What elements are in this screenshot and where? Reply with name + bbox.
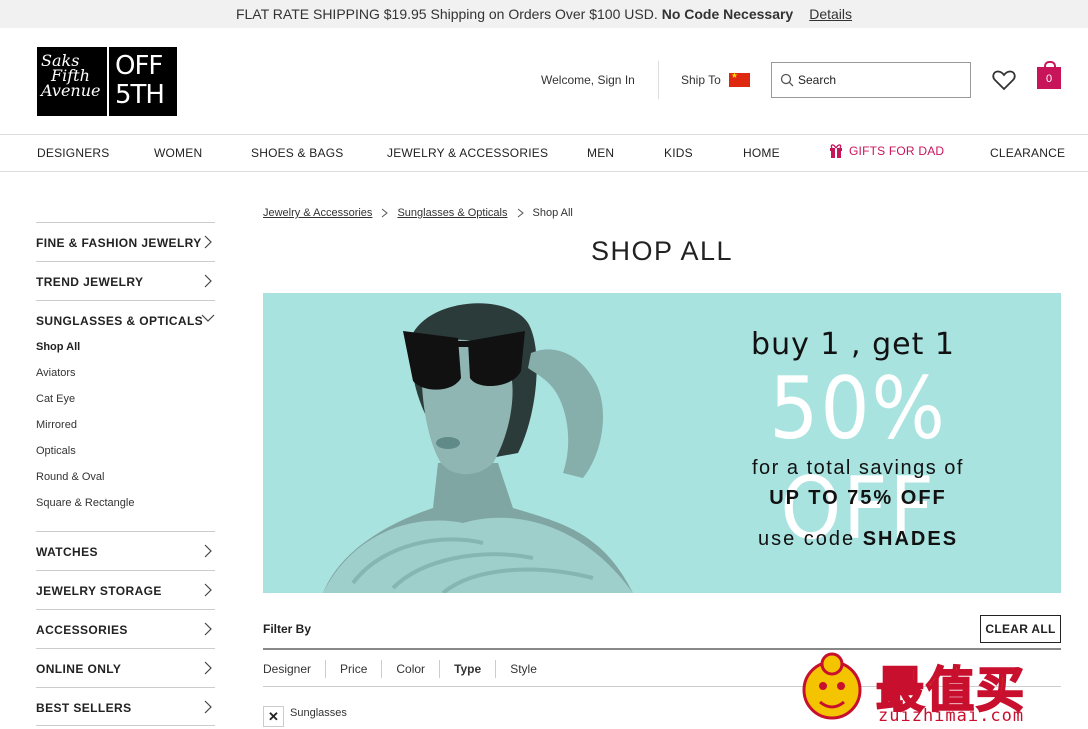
promo-text: FLAT RATE SHIPPING $19.95 Shipping on Or… <box>235 6 658 22</box>
ship-to-label: Ship To <box>681 73 721 87</box>
search-icon <box>780 73 794 87</box>
main-nav: DESIGNERS WOMEN SHOES & BAGS JEWELRY & A… <box>0 135 1088 172</box>
sidebar-sunglasses-opticals: SUNGLASSES & OPTICALS Shop All Aviators … <box>36 300 215 531</box>
nav-gifts-for-dad[interactable]: GIFTS FOR DAD <box>829 143 944 158</box>
remove-filter-icon[interactable]: ✕ <box>263 706 284 727</box>
banner-code-prefix: use code <box>757 528 856 550</box>
filter-tab-price[interactable]: Price <box>326 660 383 678</box>
sidebar-item-opticals[interactable]: Opticals <box>36 445 134 471</box>
ship-to-selector[interactable]: Ship To <box>681 71 750 87</box>
search-placeholder: Search <box>798 73 837 87</box>
bag-count: 0 <box>1045 73 1053 85</box>
nav-home[interactable]: HOME <box>743 146 780 160</box>
off5th-logo-block: OFF 5TH <box>109 47 177 116</box>
nav-jewelry-accessories[interactable]: JEWELRY & ACCESSORIES <box>387 146 548 160</box>
site-header: Saks Fifth Avenue OFF 5TH Welcome, Sign … <box>0 28 1088 135</box>
chevron-right-icon <box>204 700 212 714</box>
chevron-right-icon <box>204 622 212 636</box>
sign-in-link[interactable]: Welcome, Sign In <box>541 73 635 87</box>
sidebar-label: FINE & FASHION JEWELRY <box>36 236 202 250</box>
filter-tab-style[interactable]: Style <box>496 660 551 678</box>
filter-tab-designer[interactable]: Designer <box>263 660 327 678</box>
zuizhimai-watermark: 最值买 zuizhimai.com <box>800 650 1088 729</box>
header-divider <box>658 61 659 99</box>
promo-details-link[interactable]: Details <box>809 6 852 22</box>
sidebar-label[interactable]: SUNGLASSES & OPTICALS <box>36 314 203 328</box>
logo-word-5th: 5TH <box>115 80 165 110</box>
sidebar-trend-jewelry[interactable]: TREND JEWELRY <box>36 261 215 300</box>
chevron-right-icon <box>204 583 212 597</box>
sidebar-accessories[interactable]: ACCESSORIES <box>36 609 215 648</box>
shopping-bag-icon[interactable]: 0 <box>1037 61 1061 89</box>
chevron-right-icon <box>204 544 212 558</box>
search-input[interactable]: Search <box>771 62 971 98</box>
saks-logo-block: Saks Fifth Avenue <box>37 47 107 116</box>
applied-filter-chip: ✕ Sunglasses <box>263 706 347 727</box>
sunglasses-sublist: Shop All Aviators Cat Eye Mirrored Optic… <box>36 341 134 523</box>
promo-banner[interactable]: buy 1 , get 1 50% OFF for a total saving… <box>263 293 1061 593</box>
applied-filter-label: Sunglasses <box>290 707 347 719</box>
sidebar-item-mirrored[interactable]: Mirrored <box>36 419 134 445</box>
watermark-site-text: zuizhimai.com <box>878 706 1025 726</box>
sidebar-online-only[interactable]: ONLINE ONLY <box>36 648 215 687</box>
sidebar-label: TREND JEWELRY <box>36 275 144 289</box>
sidebar-fine-fashion-jewelry[interactable]: FINE & FASHION JEWELRY <box>36 222 215 261</box>
sidebar-jewelry-storage[interactable]: JEWELRY STORAGE <box>36 570 215 609</box>
chevron-right-icon <box>204 235 212 249</box>
chevron-right-icon <box>517 208 524 218</box>
sidebar-watches[interactable]: WATCHES <box>36 531 215 570</box>
breadcrumb-sunglasses-opticals[interactable]: Sunglasses & Opticals <box>397 207 507 219</box>
sidebar-item-square-rectangle[interactable]: Square & Rectangle <box>36 497 134 523</box>
nav-clearance[interactable]: CLEARANCE <box>990 146 1065 160</box>
filter-tabs: Designer Price Color Type Style <box>263 660 551 678</box>
sidebar-label: BEST SELLERS <box>36 701 132 715</box>
page-title: SHOP ALL <box>590 236 734 266</box>
logo-word-avenue: Avenue <box>41 81 101 100</box>
chevron-right-icon <box>204 274 212 288</box>
sidebar-item-cat-eye[interactable]: Cat Eye <box>36 393 134 419</box>
banner-line-buy1get1: buy 1 , get 1 <box>751 327 955 362</box>
banner-line-upto75: UP TO 75% OFF <box>769 487 947 509</box>
banner-promo-code: SHADES <box>862 528 959 550</box>
sidebar-item-round-oval[interactable]: Round & Oval <box>36 471 134 497</box>
gift-icon <box>830 144 842 158</box>
model-sunglasses-image <box>323 303 633 593</box>
chevron-right-icon <box>382 208 389 218</box>
breadcrumb: Jewelry & Accessories Sunglasses & Optic… <box>263 207 573 219</box>
banner-line-savings: for a total savings of <box>752 457 964 479</box>
sidebar-label: ACCESSORIES <box>36 623 128 637</box>
sidebar-item-shop-all[interactable]: Shop All <box>36 341 134 367</box>
chevron-down-icon[interactable] <box>201 313 215 323</box>
nav-designers[interactable]: DESIGNERS <box>37 146 109 160</box>
category-sidebar: FINE & FASHION JEWELRY TREND JEWELRY SUN… <box>36 222 215 726</box>
china-flag-icon <box>728 71 750 87</box>
sidebar-label: WATCHES <box>36 545 98 559</box>
filter-tab-color[interactable]: Color <box>382 660 441 678</box>
wishlist-heart-icon[interactable] <box>992 69 1016 91</box>
banner-line-code: use code SHADES <box>703 528 1013 551</box>
promo-bar: FLAT RATE SHIPPING $19.95 Shipping on Or… <box>0 0 1088 28</box>
clear-all-button[interactable]: CLEAR ALL <box>980 615 1061 643</box>
sidebar-item-aviators[interactable]: Aviators <box>36 367 134 393</box>
sidebar-best-sellers[interactable]: BEST SELLERS <box>36 687 215 726</box>
filter-tab-type[interactable]: Type <box>440 660 497 678</box>
logo-word-off: OFF <box>115 51 163 81</box>
promo-bold-text: No Code Necessary <box>661 6 794 22</box>
nav-kids[interactable]: KIDS <box>664 146 693 160</box>
nav-shoes-bags[interactable]: SHOES & BAGS <box>251 146 343 160</box>
site-logo[interactable]: Saks Fifth Avenue OFF 5TH <box>37 47 177 116</box>
sidebar-label: JEWELRY STORAGE <box>36 584 162 598</box>
sidebar-label: ONLINE ONLY <box>36 662 122 676</box>
breadcrumb-current: Shop All <box>532 207 573 219</box>
nav-gifts-label: GIFTS FOR DAD <box>849 143 945 158</box>
breadcrumb-jewelry-accessories[interactable]: Jewelry & Accessories <box>263 207 372 219</box>
mascot-logo-icon <box>802 652 862 720</box>
nav-men[interactable]: MEN <box>587 146 614 160</box>
nav-women[interactable]: WOMEN <box>154 146 202 160</box>
chevron-right-icon <box>204 661 212 675</box>
filter-by-label: Filter By <box>263 622 312 636</box>
